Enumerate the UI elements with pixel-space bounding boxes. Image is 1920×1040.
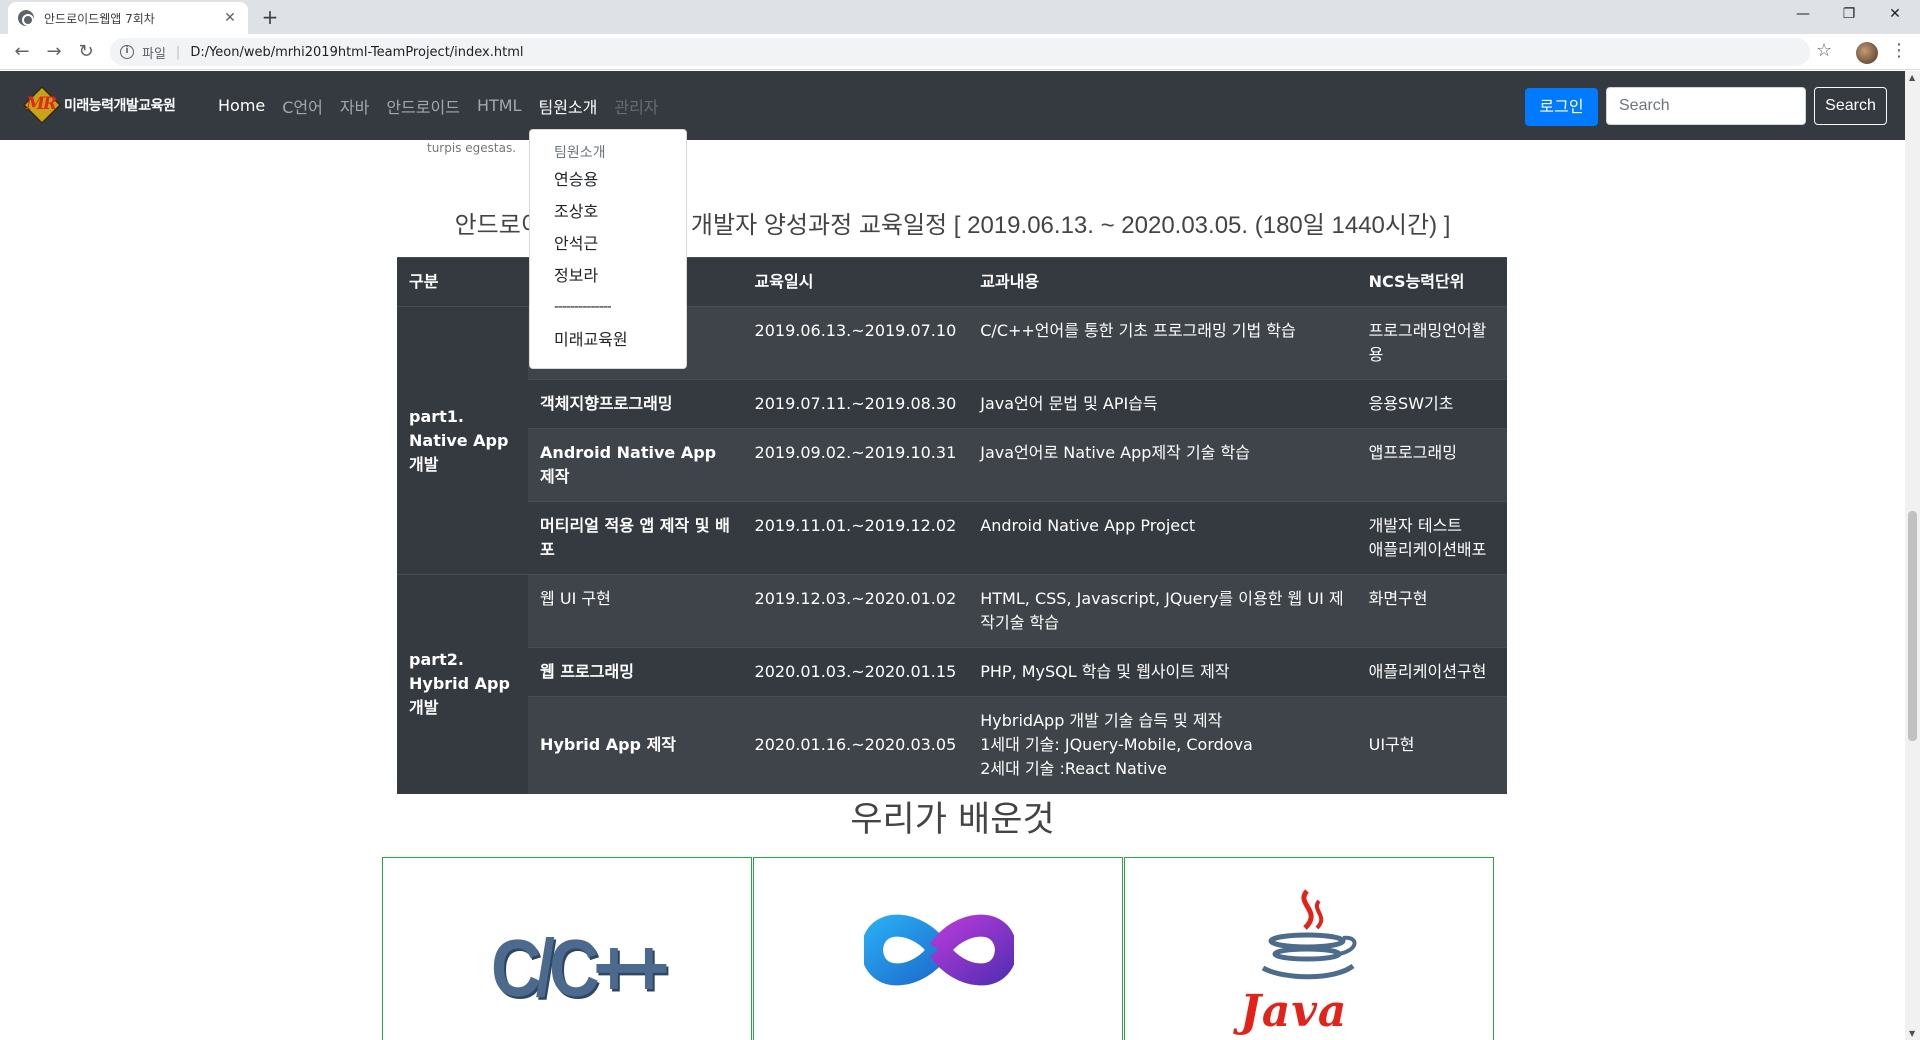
- reload-button[interactable]: ↻: [74, 40, 98, 64]
- info-icon[interactable]: i: [120, 45, 134, 59]
- nav-c[interactable]: C언어: [282, 94, 323, 118]
- star-icon[interactable]: ☆: [1816, 40, 1832, 61]
- scroll-up-icon[interactable]: ▲: [1909, 73, 1915, 82]
- brand-logo: MR: [22, 85, 62, 125]
- visual-studio-logo-icon: [864, 914, 1014, 986]
- nav-team-dropdown[interactable]: 팀원소개: [538, 94, 597, 118]
- nav-android[interactable]: 안드로이드: [386, 94, 460, 118]
- nav-html[interactable]: HTML: [477, 96, 522, 115]
- address-bar[interactable]: i 파일 | D:/Yeon/web/mrhi2019html-TeamProj…: [110, 38, 1810, 66]
- brand-text: 미래능력개발교육원: [64, 98, 176, 114]
- card-cpp: C/C++: [382, 857, 752, 1040]
- table-header: 교과내용: [968, 257, 1357, 307]
- scroll-down-icon[interactable]: ▼: [1909, 1029, 1915, 1038]
- table-row: 객체지향프로그래밍 2019.07.11.~2019.08.30 Java언어 …: [397, 379, 1507, 429]
- profile-avatar[interactable]: [1856, 42, 1878, 64]
- nav-home[interactable]: Home: [218, 96, 265, 115]
- table-header: NCS능력단위: [1356, 257, 1507, 307]
- table-row: 머티리얼 적용 앱 제작 및 배포 2019.11.01.~2019.12.02…: [397, 501, 1507, 575]
- browser-tab[interactable]: 안드로이드웹앱 7회차 ✕: [8, 2, 248, 34]
- cpp-logo: C/C++: [491, 923, 669, 1013]
- scrollbar-thumb[interactable]: [1908, 511, 1917, 741]
- new-tab-button[interactable]: +: [258, 6, 282, 30]
- browser-toolbar: ← → ↻ i 파일 | D:/Yeon/web/mrhi2019html-Te…: [0, 34, 1920, 70]
- page-scrollbar[interactable]: ▲ ▼: [1905, 71, 1920, 1040]
- java-cup-logo-icon: [1261, 889, 1357, 980]
- part1-label: part1. Native App개발: [397, 306, 529, 575]
- login-button[interactable]: 로그인: [1525, 88, 1598, 126]
- url-scheme: 파일: [142, 46, 166, 62]
- card-visual-studio: [753, 857, 1123, 1040]
- learned-cards: C/C++ Java: [382, 857, 1495, 1040]
- window-close-button[interactable]: ✕: [1872, 0, 1918, 30]
- table-row: 웹 프로그래밍 2020.01.03.~2020.01.15 PHP, MySQ…: [397, 647, 1507, 697]
- forward-button[interactable]: →: [42, 40, 66, 64]
- schedule-title: 안드로이 개발자 양성과정 교육일정 [ 2019.06.13. ~ 2020.0…: [454, 212, 1451, 239]
- table-row: Hybrid App 제작 2020.01.16.~2020.03.05 Hyb…: [397, 696, 1507, 794]
- dropdown-header: 팀원소개: [554, 145, 606, 161]
- dropdown-item[interactable]: 정보라: [530, 260, 686, 292]
- tab-close-icon[interactable]: ✕: [222, 10, 238, 26]
- url-separator: |: [175, 44, 181, 60]
- table-header: 교육일시: [742, 257, 969, 307]
- learned-title: 우리가 배운것: [850, 800, 1055, 840]
- dropdown-item[interactable]: 안석근: [530, 228, 686, 260]
- lorem-text-tail: turpis egestas.: [427, 141, 517, 155]
- brand-link[interactable]: MR 미래능력개발교육원: [22, 85, 176, 125]
- restore-button[interactable]: ❐: [1826, 0, 1872, 30]
- brand-mark: MR: [26, 94, 57, 114]
- search-button[interactable]: Search: [1814, 87, 1887, 125]
- dropdown-divider: --------------: [554, 299, 612, 315]
- dropdown-item[interactable]: 조상호: [530, 196, 686, 228]
- table-row: part2. Hybrid App개발 웹 UI 구현 2019.12.03.~…: [397, 574, 1507, 794]
- table-header: 구분: [397, 257, 529, 307]
- browser-tabstrip: 안드로이드웹앱 7회차 ✕ + — ❐ ✕: [0, 0, 1920, 34]
- tab-title: 안드로이드웹앱 7회차: [44, 11, 155, 26]
- search-input[interactable]: [1606, 87, 1806, 125]
- table-row: Android Native App 제작 2019.09.02.~2019.1…: [397, 428, 1507, 502]
- dropdown-item-academy[interactable]: 미래교육원: [530, 324, 686, 356]
- team-dropdown-menu: 팀원소개 연승용 조상호 안석근 정보라 -------------- 미래교육…: [529, 129, 687, 369]
- back-button[interactable]: ←: [10, 40, 34, 64]
- card-java: Java: [1124, 857, 1494, 1040]
- globe-favicon-icon: [18, 10, 34, 26]
- url-text[interactable]: D:/Yeon/web/mrhi2019html-TeamProject/ind…: [190, 45, 523, 60]
- part2-label: part2. Hybrid App개발: [397, 574, 529, 794]
- kebab-menu-icon[interactable]: ⋮: [1890, 40, 1908, 61]
- site-navbar: MR 미래능력개발교육원 Home C언어 자바 안드로이드 HTML 팀원소개…: [0, 71, 1905, 140]
- minimize-button[interactable]: —: [1780, 0, 1826, 30]
- nav-java[interactable]: 자바: [340, 94, 369, 118]
- nav-admin: 관리자: [614, 97, 659, 117]
- page-viewport: MR 미래능력개발교육원 Home C언어 자바 안드로이드 HTML 팀원소개…: [0, 71, 1905, 1040]
- dropdown-item[interactable]: 연승용: [530, 164, 686, 196]
- java-logo-word: Java: [1240, 986, 1348, 1037]
